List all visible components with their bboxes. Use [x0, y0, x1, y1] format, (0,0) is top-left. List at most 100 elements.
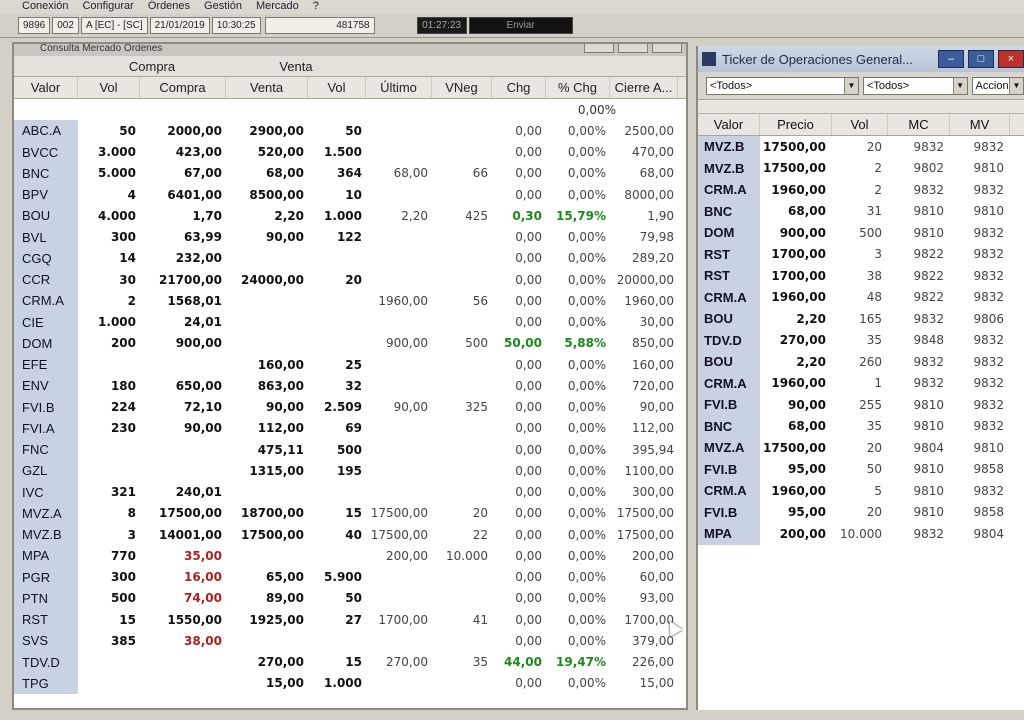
ticker-row[interactable]: DOM 900,00 500 9810 9832 [698, 222, 1024, 244]
col-vol-venta-cell: 40 [345, 527, 362, 542]
ticker-row[interactable]: MVZ.B 17500,00 20 9832 9832 [698, 136, 1024, 158]
filter-select-2[interactable]: <Todos> ▼ [862, 76, 968, 95]
ticker-row[interactable]: BNC 68,00 31 9810 9810 [698, 200, 1024, 222]
ticker-col-mv-cell: 9810 [973, 161, 1004, 176]
ticker-maximize-button[interactable]: □ [968, 50, 994, 68]
ticker-minimize-button[interactable]: – [938, 50, 964, 68]
col-venta-cell: 18700,00 [240, 506, 304, 521]
table-row[interactable]: ENV 180 650,00 863,00 32 0,00 0,00% 720,00 [14, 375, 686, 397]
col-chg-cell: 0,00 [515, 315, 542, 330]
col-pct-chg-header[interactable]: % Chg [546, 77, 610, 98]
col-venta-header[interactable]: Venta [226, 77, 308, 98]
ticker-close-button[interactable]: × [998, 50, 1024, 68]
menu-gestion[interactable]: Gestión [204, 0, 242, 14]
col-pct-chg-cell: 0,00% [567, 315, 606, 330]
ticker-row[interactable]: RST 1700,00 38 9822 9832 [698, 265, 1024, 287]
ticker-col-vol-header[interactable]: Vol [832, 114, 888, 135]
table-row[interactable]: BVL 300 63,99 90,00 122 0,00 0,00% 79,98 [14, 226, 686, 248]
maximize-button[interactable] [618, 44, 648, 53]
ticker-row[interactable]: TDV.D 270,00 35 9848 9832 [698, 329, 1024, 351]
table-row[interactable]: MVZ.B 3 14001,00 17500,00 40 17500,00 22 0,00 0,… [14, 524, 686, 546]
col-vneg-cell: 35 [472, 655, 488, 670]
ticker-col-valor-cell: CRM.A [698, 286, 760, 308]
table-row[interactable]: BNC 5.000 67,00 68,00 364 68,00 66 0,00 0,00% 68,… [14, 162, 686, 184]
table-row[interactable]: FVI.B 224 72,10 90,00 2.509 90,00 325 0,00 0,00%… [14, 396, 686, 418]
ticker-row[interactable]: BNC 68,00 35 9810 9832 [698, 415, 1024, 437]
table-row[interactable]: FNC 475,11 500 0,00 0,00% 395,94 [14, 439, 686, 461]
ticker-row[interactable]: CRM.A 1960,00 5 9810 9832 [698, 480, 1024, 502]
ticker-col-valor-cell: BNC [698, 415, 760, 437]
col-vol-compra-cell: 5.000 [98, 166, 136, 181]
ticker-col-valor-header[interactable]: Valor [698, 114, 760, 135]
ticker-col-mv-cell: 9832 [973, 268, 1004, 283]
col-chg-header[interactable]: Chg [492, 77, 546, 98]
col-compra-header[interactable]: Compra [140, 77, 226, 98]
ticker-row[interactable]: CRM.A 1960,00 1 9832 9832 [698, 372, 1024, 394]
col-valor-header[interactable]: Valor [14, 77, 78, 98]
table-row[interactable]: CCR 30 21700,00 24000,00 20 0,00 0,00% 20000,00 [14, 269, 686, 291]
menu-help[interactable]: ? [313, 0, 319, 14]
col-compra-cell: 16,00 [184, 570, 222, 585]
ticker-col-mc-cell: 9822 [913, 290, 944, 305]
table-row[interactable]: ABC.A 50 2000,00 2900,00 50 0,00 0,00% 2500,00 [14, 120, 686, 142]
col-vneg-header[interactable]: VNeg [432, 77, 492, 98]
table-row[interactable]: CGQ 14 232,00 0,00 0,00% 289,20 [14, 247, 686, 269]
ticker-col-vol-cell: 500 [859, 225, 882, 240]
minimize-button[interactable] [584, 44, 614, 53]
send-button[interactable]: Enviar [468, 17, 573, 34]
table-row[interactable]: MPA 770 35,00 200,00 10.000 0,00 0,00% 200,00 [14, 545, 686, 567]
menu-ordenes[interactable]: Órdenes [148, 0, 190, 14]
table-row[interactable]: PTN 500 74,00 89,00 50 0,00 0,00% 93,00 [14, 587, 686, 609]
ticker-col-precio-cell: 1960,00 [771, 376, 826, 391]
col-vol-compra-cell: 180 [110, 378, 136, 393]
ticker-row[interactable]: BOU 2,20 260 9832 9832 [698, 351, 1024, 373]
table-row[interactable]: CIE 1.000 24,01 0,00 0,00% 30,00 [14, 311, 686, 333]
ticker-col-precio-header[interactable]: Precio [760, 114, 832, 135]
table-row[interactable]: RST 15 1550,00 1925,00 27 1700,00 41 0,00 0,00% 1… [14, 609, 686, 631]
ticker-row[interactable]: FVI.B 95,00 50 9810 9858 [698, 458, 1024, 480]
table-row[interactable]: IVC 321 240,01 0,00 0,00% 300,00 [14, 481, 686, 503]
ticker-row[interactable]: FVI.B 95,00 20 9810 9858 [698, 501, 1024, 523]
table-row[interactable]: TDV.D 270,00 15 270,00 35 44,00 19,47% 226,00 [14, 651, 686, 673]
col-vol-compra-cell: 4 [127, 187, 136, 202]
close-button[interactable] [652, 44, 682, 53]
table-row[interactable]: BOU 4.000 1,70 2,20 1.000 2,20 425 0,30 15,79% 1,… [14, 205, 686, 227]
col-venta-cell: 90,00 [266, 230, 304, 245]
ticker-col-mc-header[interactable]: MC [888, 114, 950, 135]
ticker-row[interactable]: MPA 200,00 10.000 9832 9804 [698, 523, 1024, 545]
col-ultimo-header[interactable]: Último [366, 77, 432, 98]
table-row[interactable]: SVS 385 38,00 0,00 0,00% 379,00 [14, 630, 686, 652]
table-row[interactable]: EFE 160,00 25 0,00 0,00% 160,00 [14, 354, 686, 376]
col-vol-venta-header[interactable]: Vol [308, 77, 366, 98]
col-vol-venta-cell: 15 [345, 506, 362, 521]
table-row[interactable]: BVCC 3.000 423,00 520,00 1.500 0,00 0,00% 470,0… [14, 141, 686, 163]
table-row[interactable]: CRM.A 2 1568,01 1960,00 56 0,00 0,00% 1960,00 [14, 290, 686, 312]
table-row[interactable]: BPV 4 6401,00 8500,00 10 0,00 0,00% 8000,00 [14, 184, 686, 206]
table-row[interactable]: PGR 300 16,00 65,00 5.900 0,00 0,00% 60,00 [14, 566, 686, 588]
table-row[interactable]: FVI.A 230 90,00 112,00 69 0,00 0,00% 112,00 [14, 417, 686, 439]
col-compra-cell: 1550,00 [167, 612, 222, 627]
col-vol-compra-cell: 30 [119, 272, 136, 287]
ticker-row[interactable]: FVI.B 90,00 255 9810 9832 [698, 394, 1024, 416]
filter-select-3[interactable]: Accione ▼ [971, 76, 1024, 95]
ticker-row[interactable]: CRM.A 1960,00 2 9832 9832 [698, 179, 1024, 201]
menu-conexion[interactable]: Conexión [22, 0, 68, 14]
ticker-row[interactable]: MVZ.A 17500,00 20 9804 9810 [698, 437, 1024, 459]
filter-select-1[interactable]: <Todos> ▼ [706, 76, 859, 95]
ticker-row[interactable]: MVZ.B 17500,00 2 9802 9810 [698, 157, 1024, 179]
ticker-row[interactable]: RST 1700,00 3 9822 9832 [698, 243, 1024, 265]
col-vol-compra-header[interactable]: Vol [78, 77, 140, 98]
ticker-row[interactable]: BOU 2,20 165 9832 9806 [698, 308, 1024, 330]
col-cierre-header[interactable]: Cierre A... [610, 77, 678, 98]
ticker-row[interactable]: CRM.A 1960,00 48 9822 9832 [698, 286, 1024, 308]
table-row[interactable]: GZL 1315,00 195 0,00 0,00% 1100,00 [14, 460, 686, 482]
table-row[interactable]: TPG 15,00 1.000 0,00 0,00% 15,00 [14, 672, 686, 694]
panel-splitter[interactable] [698, 100, 1024, 114]
menu-mercado[interactable]: Mercado [256, 0, 299, 14]
col-venta-cell: 89,00 [266, 591, 304, 606]
ticker-col-mc-cell: 9848 [913, 333, 944, 348]
table-row[interactable]: DOM 200 900,00 900,00 500 50,00 5,88% 850,00 [14, 332, 686, 354]
table-row[interactable]: MVZ.A 8 17500,00 18700,00 15 17500,00 20 0,00 0,… [14, 502, 686, 524]
menu-configurar[interactable]: Configurar [82, 0, 133, 14]
ticker-col-mv-header[interactable]: MV [950, 114, 1010, 135]
